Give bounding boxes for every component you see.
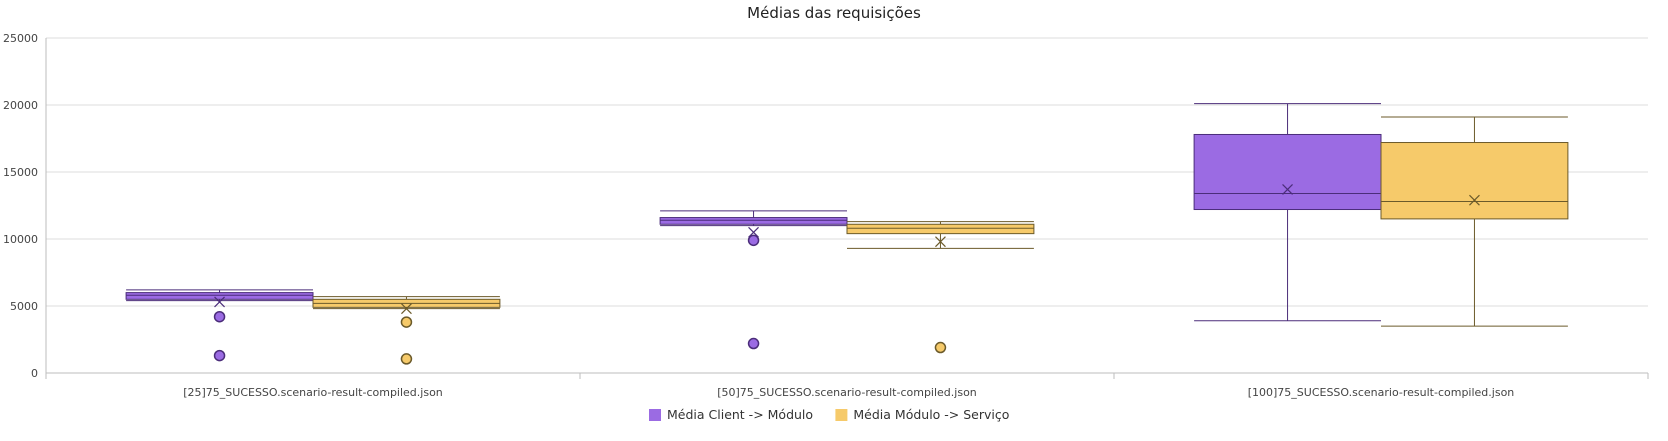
outlier-point xyxy=(747,234,760,247)
box-body xyxy=(1193,133,1382,211)
y-tick-label: 15000 xyxy=(3,166,38,179)
y-tick-label: 0 xyxy=(31,367,38,380)
legend-item: Média Módulo -> Serviço xyxy=(835,407,1009,422)
box-1-0 xyxy=(312,296,501,365)
box-series xyxy=(125,103,1569,365)
y-tick-label: 20000 xyxy=(3,99,38,112)
chart-title: Médias das requisições xyxy=(747,4,921,22)
outlier-point xyxy=(213,349,226,362)
box-0-1 xyxy=(659,210,848,350)
legend-label: Média Módulo -> Serviço xyxy=(853,407,1009,422)
box-body xyxy=(1380,142,1569,220)
legend: Média Client -> Módulo Média Módulo -> Se… xyxy=(649,407,1009,422)
box-body xyxy=(846,223,1035,235)
box-body xyxy=(659,217,848,225)
y-tick-label: 10000 xyxy=(3,233,38,246)
outlier-point xyxy=(934,341,947,354)
chart-container: Médias das requisições 0 5000 10000 15000 20… xyxy=(0,0,1668,437)
outlier-point xyxy=(400,316,413,328)
x-category-label: [100]75_SUCESSO.scenario-result-compiled… xyxy=(1248,386,1515,399)
box-0-2 xyxy=(1193,103,1382,322)
x-category-label: [25]75_SUCESSO.scenario-result-compiled.… xyxy=(183,386,443,399)
outlier-point xyxy=(747,337,760,350)
outlier-point xyxy=(400,353,413,365)
x-category-label: [50]75_SUCESSO.scenario-result-compiled.… xyxy=(717,386,977,399)
legend-swatch xyxy=(649,409,661,421)
y-tick-label: 25000 xyxy=(3,32,38,45)
y-tick-label: 5000 xyxy=(10,300,38,313)
box-0-0 xyxy=(125,289,314,362)
outlier-point xyxy=(213,310,226,323)
box-1-1 xyxy=(846,221,1035,354)
box-1-2 xyxy=(1380,116,1569,327)
legend-label: Média Client -> Módulo xyxy=(667,407,813,422)
legend-item: Média Client -> Módulo xyxy=(649,407,813,422)
box-plot-chart: Médias das requisições 0 5000 10000 15000 20… xyxy=(3,4,1649,422)
legend-swatch xyxy=(835,409,848,421)
box-body xyxy=(125,292,314,300)
